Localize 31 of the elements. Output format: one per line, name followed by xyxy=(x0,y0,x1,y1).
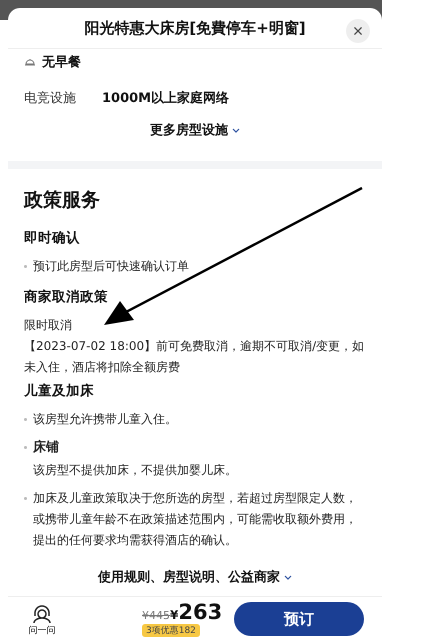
ask-button[interactable]: 问一问 xyxy=(24,602,60,636)
original-price: ¥445 xyxy=(142,609,170,622)
policy-text: 【2023-07-02 18:00】前可免费取消，逾期不可取消/变更，如未入住，酒店将扣除全额房费 xyxy=(24,338,366,376)
book-button[interactable]: 预订 xyxy=(234,602,364,636)
policy-text: 加床及儿童政策取决于您所选的房型，若超过房型限定人数，或携带儿童年龄不在政策描述范围内，可能需收取额外费用，提出的任何要求均需获得酒店的确认。 xyxy=(33,490,358,549)
policy-title: 商家取消政策 xyxy=(24,288,109,306)
price: 263 xyxy=(178,601,222,623)
policy-subtitle: 床铺 xyxy=(33,438,59,457)
chevron-down-icon xyxy=(232,128,240,133)
policy-text: 预订此房型后可快速确认订单 xyxy=(33,258,189,275)
service-bell-icon xyxy=(24,57,36,68)
more-facilities-link[interactable]: 更多房型设施 xyxy=(150,121,240,140)
policy-title: 即时确认 xyxy=(24,229,81,247)
policy-title: 儿童及加床 xyxy=(24,382,95,400)
currency-symbol: ¥ xyxy=(170,608,178,622)
sheet-title: 阳光特惠大床房[免費停车+明窗] xyxy=(84,18,306,38)
bullet-icon xyxy=(24,446,27,449)
amenity-label: 电竞设施 xyxy=(24,90,76,108)
amenity-value: 1000M以上家庭网络 xyxy=(102,90,230,108)
policy-text: 限时取消 xyxy=(24,317,73,334)
policy-text: 该房型不提供加床，不提供加婴儿床。 xyxy=(32,462,238,479)
amenity-value: 无早餐 xyxy=(42,54,81,72)
discount-badge[interactable]: 3项优惠182 xyxy=(142,624,200,637)
bullet-icon xyxy=(24,497,27,500)
section-heading: 政策服务 xyxy=(24,188,101,213)
rules-link[interactable]: 使用规则、房型说明、公益商家 xyxy=(98,568,292,586)
close-button[interactable]: × xyxy=(346,19,370,43)
policy-text: 该房型允许携带儿童入住。 xyxy=(33,411,177,428)
bullet-icon xyxy=(24,418,27,421)
chevron-down-icon xyxy=(284,574,292,580)
bullet-icon xyxy=(24,265,27,268)
